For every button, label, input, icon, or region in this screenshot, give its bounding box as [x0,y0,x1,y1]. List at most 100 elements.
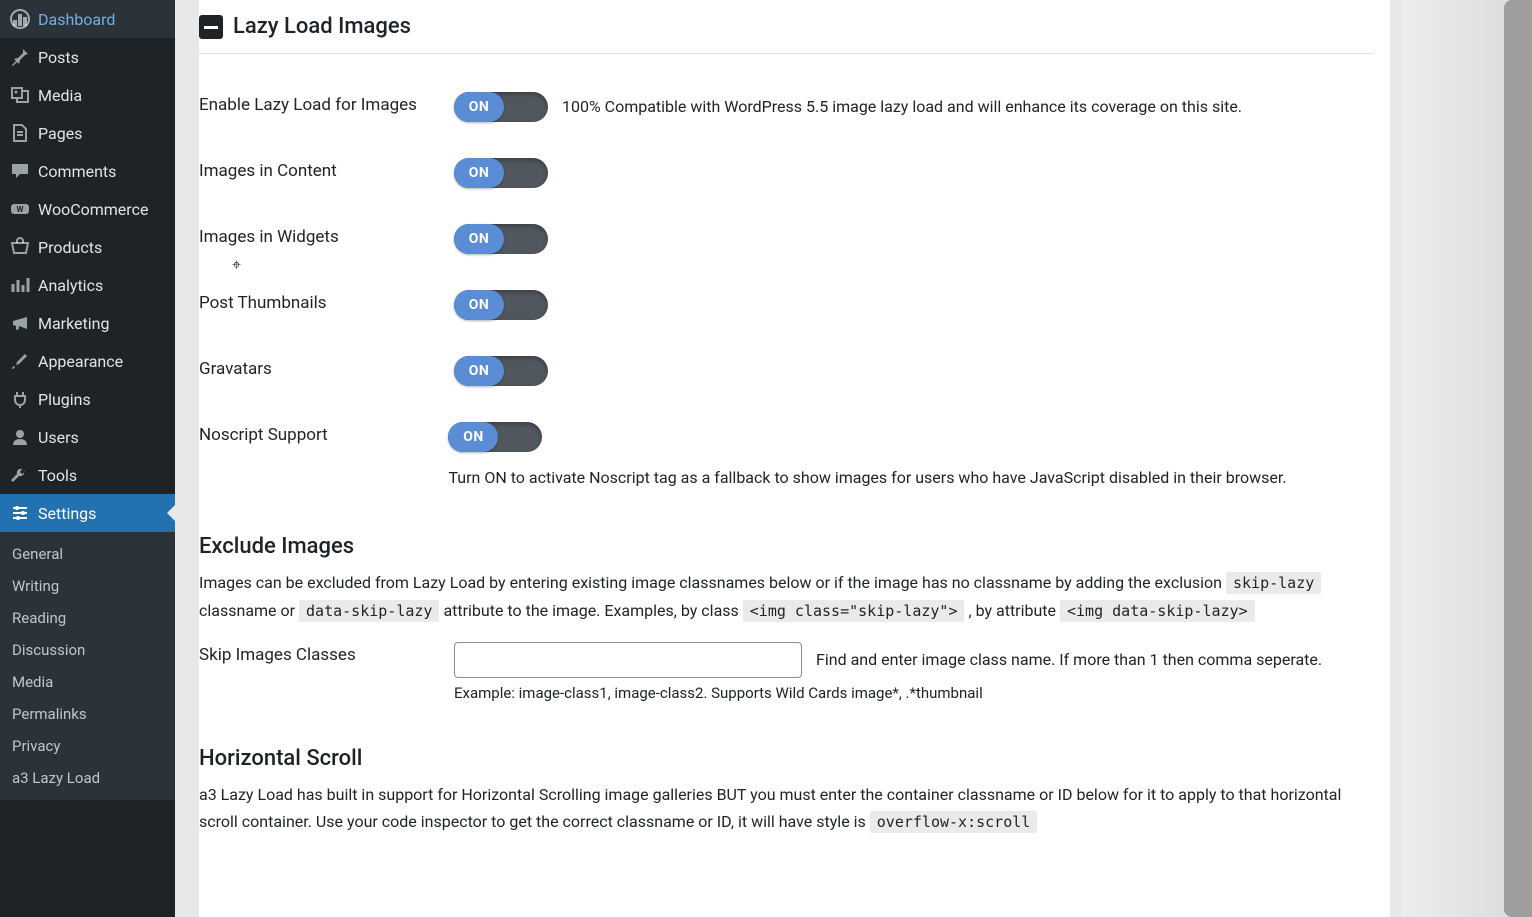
menu-label: Posts [38,48,79,67]
megaphone-icon [10,313,30,333]
skip-classes-example: Example: image-class1, image-class2. Sup… [454,684,1322,702]
menu-products[interactable]: Products [0,228,175,266]
toggle-enable-lazy-load[interactable]: ON [454,92,548,122]
label-noscript: Noscript Support [199,422,448,445]
label-enable-lazy-load: Enable Lazy Load for Images [199,92,454,115]
menu-label: Products [38,238,102,257]
pages-icon [10,123,30,143]
toggle-images-content[interactable]: ON [454,158,548,188]
submenu-writing[interactable]: Writing [0,570,175,602]
row-gravatars: Gravatars ON [199,338,1374,404]
plug-icon [10,389,30,409]
menu-label: Comments [38,162,116,181]
toggle-images-widgets[interactable]: ON [454,224,548,254]
hscroll-text: a3 Lazy Load has built in support for Ho… [199,785,1341,831]
desc-enable-lazy-load: 100% Compatible with WordPress 5.5 image… [562,95,1242,119]
toggle-knob: ON [448,422,498,452]
row-images-content: Images in Content ON [199,140,1374,206]
submenu-a3-lazy-load[interactable]: a3 Lazy Load [0,762,175,794]
menu-label: Dashboard [38,10,115,29]
menu-dashboard[interactable]: Dashboard [0,0,175,38]
hscroll-paragraph: a3 Lazy Load has built in support for Ho… [199,781,1374,836]
submenu-permalinks[interactable]: Permalinks [0,698,175,730]
exclude-text-a: Images can be excluded from Lazy Load by… [199,573,1226,592]
menu-tools[interactable]: Tools [0,456,175,494]
sliders-icon [10,503,30,523]
menu-marketing[interactable]: Marketing [0,304,175,342]
menu-woocommerce[interactable]: W WooCommerce [0,190,175,228]
menu-label: Marketing [38,314,109,333]
label-skip-classes: Skip Images Classes [199,642,454,665]
collapse-icon[interactable] [199,15,223,39]
toggle-knob: ON [454,356,504,386]
hscroll-title: Horizontal Scroll [199,746,1374,771]
row-images-widgets: Images in Widgets ON [199,206,1374,272]
desc-noscript: Turn ON to activate Noscript tag as a fa… [448,466,1286,490]
menu-label: Settings [38,504,96,523]
toggle-knob: ON [454,290,504,320]
exclude-text-c: attribute to the image. Examples, by cla… [443,601,742,620]
menu-plugins[interactable]: Plugins [0,380,175,418]
main-content: Lazy Load Images Enable Lazy Load for Im… [199,0,1390,917]
menu-label: Tools [38,466,77,485]
label-images-content: Images in Content [199,158,454,181]
row-noscript: Noscript Support ON Turn ON to activate … [199,404,1374,508]
submenu-discussion[interactable]: Discussion [0,634,175,666]
analytics-icon [10,275,30,295]
label-gravatars: Gravatars [199,356,454,379]
row-post-thumbnails: Post Thumbnails ON [199,272,1374,338]
submenu-general[interactable]: General [0,538,175,570]
menu-label: Appearance [38,352,123,371]
products-icon [10,237,30,257]
menu-appearance[interactable]: Appearance [0,342,175,380]
menu-comments[interactable]: Comments [0,152,175,190]
menu-posts[interactable]: Posts [0,38,175,76]
toggle-knob: ON [454,158,504,188]
wrench-icon [10,465,30,485]
row-enable-lazy-load: Enable Lazy Load for Images ON 100% Comp… [199,74,1374,140]
exclude-title: Exclude Images [199,534,1374,559]
woocommerce-icon: W [10,199,30,219]
comments-icon [10,161,30,181]
label-images-widgets: Images in Widgets [199,224,454,247]
menu-label: Plugins [38,390,91,409]
menu-analytics[interactable]: Analytics [0,266,175,304]
menu-settings[interactable]: Settings [0,494,175,532]
submenu-reading[interactable]: Reading [0,602,175,634]
skip-classes-input[interactable] [454,642,802,678]
brush-icon [10,351,30,371]
toggle-noscript[interactable]: ON [448,422,542,452]
menu-pages[interactable]: Pages [0,114,175,152]
menu-label: Media [38,86,82,105]
code-overflow-x: overflow-x:scroll [870,811,1038,833]
svg-text:W: W [17,205,24,214]
menu-media[interactable]: Media [0,76,175,114]
settings-submenu: General Writing Reading Discussion Media… [0,532,175,800]
submenu-media[interactable]: Media [0,666,175,698]
menu-label: Pages [38,124,82,143]
submenu-privacy[interactable]: Privacy [0,730,175,762]
toggle-post-thumbnails[interactable]: ON [454,290,548,320]
dashboard-icon [10,9,30,29]
label-post-thumbnails: Post Thumbnails [199,290,454,313]
toggle-knob: ON [454,224,504,254]
menu-users[interactable]: Users [0,418,175,456]
toggle-knob: ON [454,92,504,122]
exclude-text-b: classname or [199,601,299,620]
code-example-attr: <img data-skip-lazy> [1060,600,1255,622]
code-skip-lazy: skip-lazy [1226,572,1321,594]
user-icon [10,427,30,447]
code-data-skip-lazy: data-skip-lazy [299,600,439,622]
code-example-class: <img class="skip-lazy"> [743,600,965,622]
admin-sidebar: Dashboard Posts Media Pages Comments W W… [0,0,175,917]
menu-label: Analytics [38,276,103,295]
section-header: Lazy Load Images [199,14,1374,54]
toggle-gravatars[interactable]: ON [454,356,548,386]
pin-icon [10,47,30,67]
exclude-paragraph: Images can be excluded from Lazy Load by… [199,569,1374,624]
skip-classes-desc: Find and enter image class name. If more… [816,648,1322,672]
section-title: Lazy Load Images [233,14,411,39]
menu-label: Users [38,428,79,447]
menu-label: WooCommerce [38,200,148,219]
media-icon [10,85,30,105]
